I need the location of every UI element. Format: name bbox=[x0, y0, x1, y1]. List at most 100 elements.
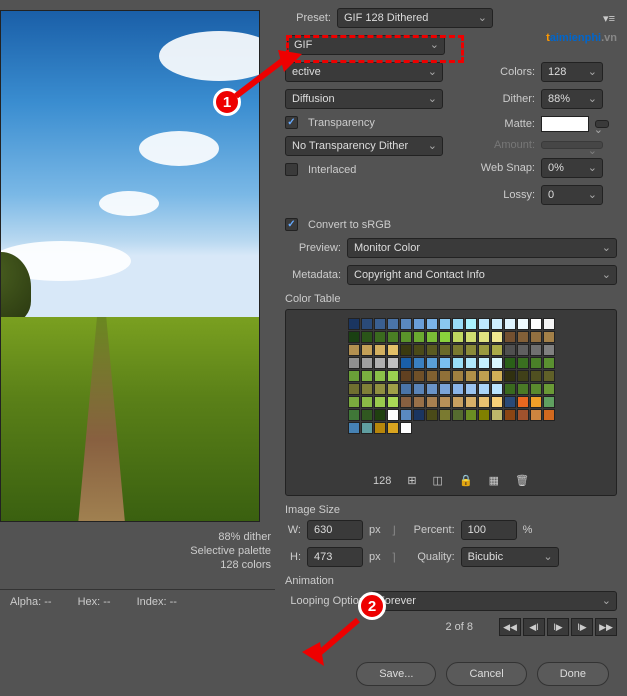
color-swatch[interactable] bbox=[387, 318, 399, 330]
color-swatch[interactable] bbox=[478, 370, 490, 382]
color-swatch[interactable] bbox=[348, 331, 360, 343]
color-swatch[interactable] bbox=[413, 331, 425, 343]
color-swatch[interactable] bbox=[413, 318, 425, 330]
websnap-select[interactable]: 0% bbox=[541, 158, 603, 178]
color-swatch[interactable] bbox=[504, 357, 516, 369]
color-swatch[interactable] bbox=[374, 318, 386, 330]
color-swatch[interactable] bbox=[426, 357, 438, 369]
color-swatch[interactable] bbox=[400, 370, 412, 382]
color-swatch[interactable] bbox=[400, 331, 412, 343]
color-swatch[interactable] bbox=[543, 344, 555, 356]
color-swatch[interactable] bbox=[439, 383, 451, 395]
color-swatch[interactable] bbox=[530, 344, 542, 356]
color-swatch[interactable] bbox=[465, 370, 477, 382]
color-swatch[interactable] bbox=[400, 409, 412, 421]
color-swatch[interactable] bbox=[452, 344, 464, 356]
color-swatch[interactable] bbox=[387, 396, 399, 408]
color-swatch[interactable] bbox=[478, 357, 490, 369]
color-swatch[interactable] bbox=[478, 344, 490, 356]
ct-btn-2[interactable]: ◫ bbox=[433, 474, 443, 487]
color-swatch[interactable] bbox=[543, 331, 555, 343]
color-swatch[interactable] bbox=[491, 370, 503, 382]
color-swatch[interactable] bbox=[543, 318, 555, 330]
color-swatch[interactable] bbox=[439, 331, 451, 343]
color-swatch[interactable] bbox=[348, 422, 360, 434]
color-swatch[interactable] bbox=[504, 318, 516, 330]
color-swatch[interactable] bbox=[426, 318, 438, 330]
matte-swatch[interactable] bbox=[541, 116, 589, 132]
colors-select[interactable]: 128 bbox=[541, 62, 603, 82]
color-swatch[interactable] bbox=[491, 383, 503, 395]
color-swatch[interactable] bbox=[348, 344, 360, 356]
color-swatch[interactable] bbox=[426, 409, 438, 421]
color-swatch[interactable] bbox=[374, 409, 386, 421]
color-swatch[interactable] bbox=[348, 370, 360, 382]
color-swatch[interactable] bbox=[478, 409, 490, 421]
play-button[interactable]: I▶ bbox=[571, 618, 593, 636]
color-swatch[interactable] bbox=[517, 331, 529, 343]
panel-menu-icon[interactable]: ▾≡ bbox=[603, 12, 615, 25]
color-swatch[interactable] bbox=[452, 383, 464, 395]
color-swatch[interactable] bbox=[478, 318, 490, 330]
format-select[interactable]: GIF bbox=[287, 35, 445, 55]
color-swatch[interactable] bbox=[400, 396, 412, 408]
quality-select[interactable]: Bicubic bbox=[461, 547, 559, 567]
metadata-select[interactable]: Copyright and Contact Info bbox=[347, 265, 617, 285]
prev-frame-button[interactable]: ◀I bbox=[523, 618, 545, 636]
color-swatch[interactable] bbox=[504, 344, 516, 356]
color-swatch[interactable] bbox=[387, 370, 399, 382]
color-swatch[interactable] bbox=[361, 344, 373, 356]
color-swatch[interactable] bbox=[413, 383, 425, 395]
color-swatch[interactable] bbox=[374, 383, 386, 395]
dither-amount-select[interactable]: 88% bbox=[541, 89, 603, 109]
link-icon-2[interactable]: ⌉ bbox=[387, 551, 401, 564]
color-swatch[interactable] bbox=[348, 396, 360, 408]
last-frame-button[interactable]: ▶▶ bbox=[595, 618, 617, 636]
color-swatch[interactable] bbox=[504, 383, 516, 395]
color-swatch[interactable] bbox=[361, 396, 373, 408]
ct-lock-icon[interactable]: 🔒 bbox=[459, 474, 473, 487]
color-swatch[interactable] bbox=[361, 357, 373, 369]
color-swatch[interactable] bbox=[374, 422, 386, 434]
transparency-checkbox[interactable] bbox=[285, 116, 298, 129]
color-swatch[interactable] bbox=[504, 409, 516, 421]
color-swatch[interactable] bbox=[413, 409, 425, 421]
color-swatch[interactable] bbox=[517, 396, 529, 408]
height-input[interactable] bbox=[307, 547, 363, 567]
color-swatch[interactable] bbox=[361, 409, 373, 421]
color-swatch[interactable] bbox=[387, 422, 399, 434]
color-swatch[interactable] bbox=[491, 357, 503, 369]
color-swatch[interactable] bbox=[387, 344, 399, 356]
color-swatch[interactable] bbox=[413, 357, 425, 369]
color-swatch[interactable] bbox=[439, 396, 451, 408]
color-swatch[interactable] bbox=[361, 422, 373, 434]
preview-select[interactable]: Monitor Color bbox=[347, 238, 617, 258]
color-swatch[interactable] bbox=[465, 396, 477, 408]
dither-method-select[interactable]: Diffusion bbox=[285, 89, 443, 109]
color-swatch[interactable] bbox=[504, 331, 516, 343]
color-swatch[interactable] bbox=[400, 318, 412, 330]
color-swatch[interactable] bbox=[517, 409, 529, 421]
color-swatch[interactable] bbox=[543, 383, 555, 395]
color-swatch[interactable] bbox=[452, 396, 464, 408]
color-swatch[interactable] bbox=[426, 383, 438, 395]
color-swatch[interactable] bbox=[374, 370, 386, 382]
color-swatch[interactable] bbox=[374, 396, 386, 408]
color-swatch[interactable] bbox=[452, 370, 464, 382]
color-swatch[interactable] bbox=[478, 331, 490, 343]
color-swatch[interactable] bbox=[387, 331, 399, 343]
color-swatch[interactable] bbox=[517, 383, 529, 395]
color-swatch[interactable] bbox=[491, 331, 503, 343]
color-swatch[interactable] bbox=[491, 409, 503, 421]
color-swatch[interactable] bbox=[374, 331, 386, 343]
color-swatch[interactable] bbox=[439, 370, 451, 382]
ct-new-icon[interactable]: ▦ bbox=[489, 474, 499, 487]
color-swatch[interactable] bbox=[426, 396, 438, 408]
color-swatch[interactable] bbox=[543, 357, 555, 369]
color-swatch[interactable] bbox=[517, 318, 529, 330]
color-swatch[interactable] bbox=[517, 357, 529, 369]
color-swatch[interactable] bbox=[543, 396, 555, 408]
looping-select[interactable]: Forever bbox=[371, 591, 617, 611]
convert-srgb-checkbox[interactable] bbox=[285, 218, 298, 231]
color-swatch[interactable] bbox=[361, 370, 373, 382]
